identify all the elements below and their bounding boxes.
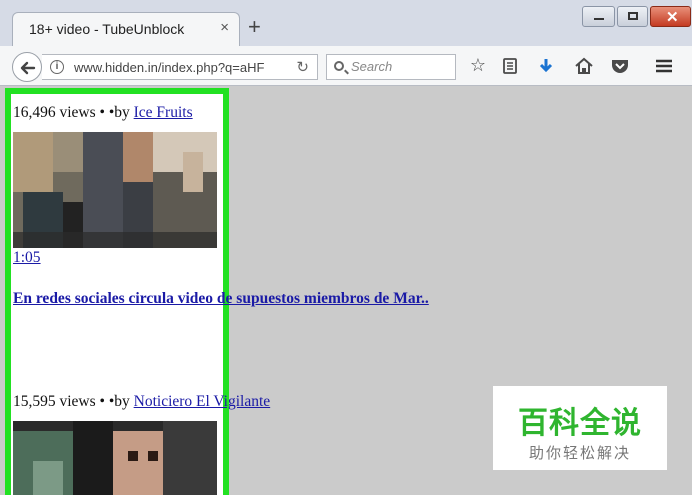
navigation-toolbar: i www.hidden.in/index.php?q=aHF ↻ Search… — [0, 46, 692, 86]
thumbnail-image — [13, 132, 217, 248]
video-meta: 16,496 views • •by Ice Fruits — [13, 104, 193, 122]
view-count: 15,595 views • •by — [13, 393, 134, 410]
new-tab-button[interactable]: + — [248, 16, 261, 38]
url-text[interactable]: www.hidden.in/index.php?q=aHF — [74, 60, 284, 75]
maximize-button[interactable] — [617, 6, 648, 27]
pocket-icon[interactable] — [608, 54, 632, 78]
download-arrow-icon[interactable] — [534, 54, 558, 78]
minimize-icon — [594, 18, 604, 20]
channel-link[interactable]: Noticiero El Vigilante — [134, 393, 271, 410]
reading-list-icon[interactable] — [498, 54, 522, 78]
channel-link[interactable]: Ice Fruits — [134, 104, 193, 121]
tab-active[interactable]: 18+ video - TubeUnblock × — [12, 12, 240, 46]
close-window-button[interactable]: ✕ — [650, 6, 691, 27]
close-icon: ✕ — [666, 9, 679, 26]
video-thumbnail[interactable] — [13, 132, 217, 248]
search-icon — [334, 61, 344, 71]
video-title-link[interactable]: En redes sociales circula video de supue… — [13, 290, 429, 308]
reload-icon[interactable]: ↻ — [296, 58, 309, 76]
home-icon[interactable] — [572, 54, 596, 78]
back-arrow-icon — [20, 61, 36, 75]
search-placeholder: Search — [351, 59, 393, 74]
tab-title: 18+ video - TubeUnblock — [29, 21, 185, 37]
watermark-subtitle: 助你轻松解决 — [528, 444, 631, 462]
video-meta: 15,595 views • •by Noticiero El Vigilant… — [13, 393, 270, 411]
info-icon[interactable]: i — [50, 60, 64, 74]
menu-icon[interactable] — [652, 54, 676, 78]
thumbnail-image — [13, 421, 217, 495]
address-bar[interactable]: i www.hidden.in/index.php?q=aHF ↻ — [42, 54, 318, 80]
watermark-logo: 百科全说 助你轻松解决 — [493, 386, 667, 470]
page-content: 16,496 views • •by Ice Fruits 1:05 En re… — [0, 87, 692, 495]
view-count: 16,496 views • •by — [13, 104, 134, 121]
maximize-icon — [628, 12, 638, 20]
back-button[interactable] — [12, 52, 42, 82]
video-duration-link[interactable]: 1:05 — [13, 249, 41, 267]
minimize-button[interactable] — [582, 6, 615, 27]
watermark-title: 百科全说 — [518, 406, 642, 441]
title-bar: 18+ video - TubeUnblock × + ✕ — [0, 0, 692, 46]
tab-close-icon[interactable]: × — [220, 19, 229, 36]
search-input[interactable]: Search — [326, 54, 456, 80]
video-thumbnail[interactable] — [13, 421, 217, 495]
bookmark-star-icon[interactable]: ☆ — [466, 54, 490, 78]
